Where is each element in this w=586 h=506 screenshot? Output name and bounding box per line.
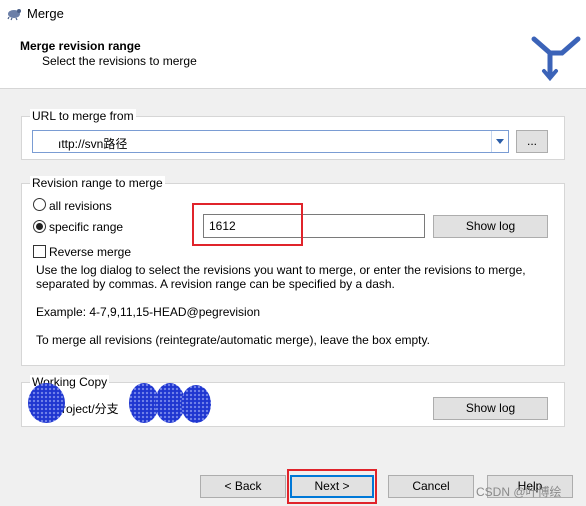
highlight-annotation-next bbox=[287, 469, 377, 504]
page-subtitle: Select the revisions to merge bbox=[42, 54, 197, 68]
wizard-header: Merge revision range Select the revision… bbox=[0, 27, 586, 89]
browse-url-button[interactable]: ... bbox=[516, 130, 548, 153]
window-title: Merge bbox=[27, 6, 64, 21]
url-value: ıttp://svn路径 bbox=[58, 137, 128, 151]
page-title: Merge revision range bbox=[20, 39, 141, 53]
chevron-down-icon[interactable] bbox=[491, 131, 508, 152]
working-copy-path: roject/分支 bbox=[62, 402, 119, 416]
redaction-blob bbox=[28, 383, 65, 423]
merge-logo-icon bbox=[531, 36, 581, 82]
help-text: Use the log dialog to select the revisio… bbox=[36, 263, 526, 291]
all-revisions-radio[interactable] bbox=[33, 198, 46, 211]
highlight-annotation-range bbox=[192, 203, 303, 246]
specific-range-radio[interactable] bbox=[33, 220, 46, 233]
url-group-legend: URL to merge from bbox=[30, 109, 136, 123]
url-combobox[interactable]: ıttp://svn路径 bbox=[32, 130, 509, 153]
tortoisesvn-icon bbox=[7, 9, 21, 21]
show-log-button[interactable]: Show log bbox=[433, 215, 548, 238]
cancel-button[interactable]: Cancel bbox=[388, 475, 474, 498]
reverse-merge-checkbox[interactable] bbox=[33, 245, 46, 258]
reverse-merge-label[interactable]: Reverse merge bbox=[49, 245, 131, 259]
revision-group-legend: Revision range to merge bbox=[30, 176, 165, 190]
all-revisions-label[interactable]: all revisions bbox=[49, 199, 112, 213]
title-bar: Merge bbox=[0, 0, 586, 27]
watermark: CSDN @叶博绘 bbox=[476, 485, 562, 499]
back-button[interactable]: < Back bbox=[200, 475, 286, 498]
working-copy-show-log-button[interactable]: Show log bbox=[433, 397, 548, 420]
redaction-blob bbox=[181, 385, 211, 423]
merge-all-hint: To merge all revisions (reintegrate/auto… bbox=[36, 333, 430, 347]
specific-range-label[interactable]: specific range bbox=[49, 220, 123, 234]
example-text: Example: 4-7,9,11,15-HEAD@pegrevision bbox=[36, 305, 261, 319]
